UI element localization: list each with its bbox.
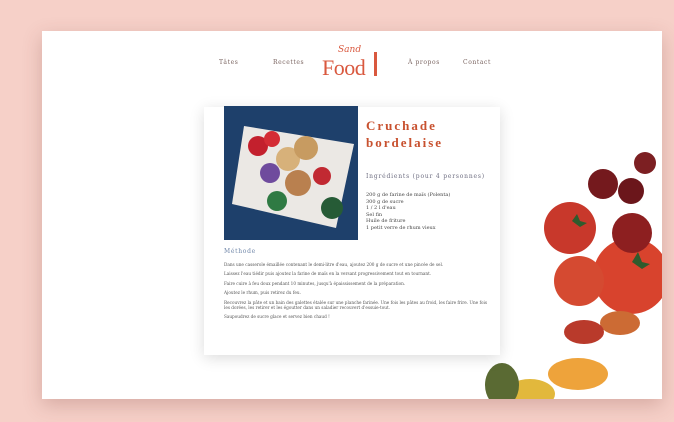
nav-item-recettes[interactable]: Recettes xyxy=(273,59,304,66)
title-line-1: Cruchade xyxy=(366,118,437,133)
ingredients-list: 200 g de farine de maïs (Polenta) 300 g … xyxy=(366,192,450,231)
logo-word: Food xyxy=(322,55,366,80)
food-logo[interactable]: Sand Food xyxy=(322,45,388,81)
method-step: Faire cuire à feu doux pendant 10 minute… xyxy=(224,280,406,286)
method-step: Recouvrez la pâte et un bain des galette… xyxy=(224,299,488,311)
method-steps: Dans une casserole émaillée contenant le… xyxy=(224,262,490,324)
method-step: Dans une casserole émaillée contenant le… xyxy=(224,262,444,267)
ingredients-heading: Ingrédients (pour 4 personnes) xyxy=(366,173,485,180)
title-line-2: bordelaise xyxy=(366,135,444,150)
logo-mark xyxy=(374,52,377,76)
food-photo xyxy=(224,106,358,240)
recipe-title: Cruchade bordelaise xyxy=(366,117,506,151)
recipe-page: Tâtes Recettes Sand Food À propos Contac… xyxy=(42,31,662,399)
method-step: Saupoudrez de sucre glace et servez bien… xyxy=(224,314,330,320)
ingredient-item: 1 petit verre de rhum vieux xyxy=(366,224,436,231)
tomatoes-illustration xyxy=(485,152,662,399)
ingredient-item: 200 g de farine de maïs (Polenta) xyxy=(366,192,451,198)
method-step: Laissez l'eau tiédir puis ajoutez la far… xyxy=(224,271,432,277)
method-heading: Méthode xyxy=(224,248,256,255)
method-step: Ajoutez le rhum, puis retirez du feu. xyxy=(224,290,301,296)
nav-item-contact[interactable]: Contact xyxy=(463,59,491,66)
nav-item-a-propos[interactable]: À propos xyxy=(408,59,440,66)
logo-script: Sand xyxy=(338,45,362,55)
nav-item-tetes[interactable]: Tâtes xyxy=(219,59,238,66)
top-navigation: Tâtes Recettes Sand Food À propos Contac… xyxy=(42,45,662,81)
